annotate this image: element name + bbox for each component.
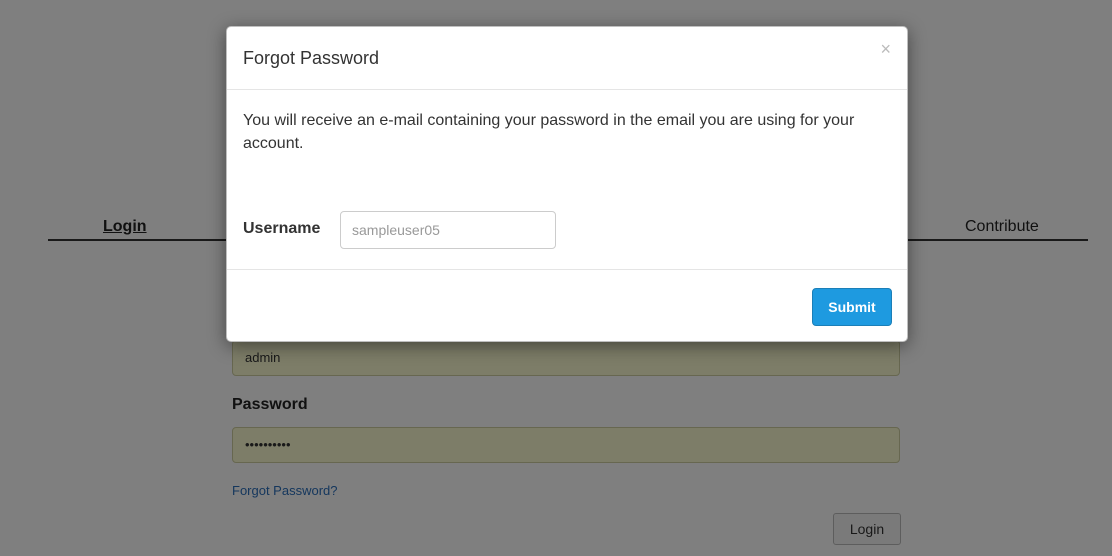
modal-title: Forgot Password	[243, 48, 380, 68]
modal-footer-divider	[227, 269, 907, 270]
page: Login Contribute admin Password ••••••••…	[0, 0, 1112, 556]
submit-button[interactable]: Submit	[812, 288, 892, 326]
username-label: Username	[243, 220, 321, 237]
modal-message: You will receive an e-mail containing yo…	[243, 112, 855, 152]
close-icon[interactable]: ×	[880, 39, 891, 60]
forgot-password-modal: Forgot Password × You will receive an e-…	[226, 26, 908, 342]
modal-header: Forgot Password ×	[227, 27, 907, 90]
username-input[interactable]	[340, 211, 556, 249]
